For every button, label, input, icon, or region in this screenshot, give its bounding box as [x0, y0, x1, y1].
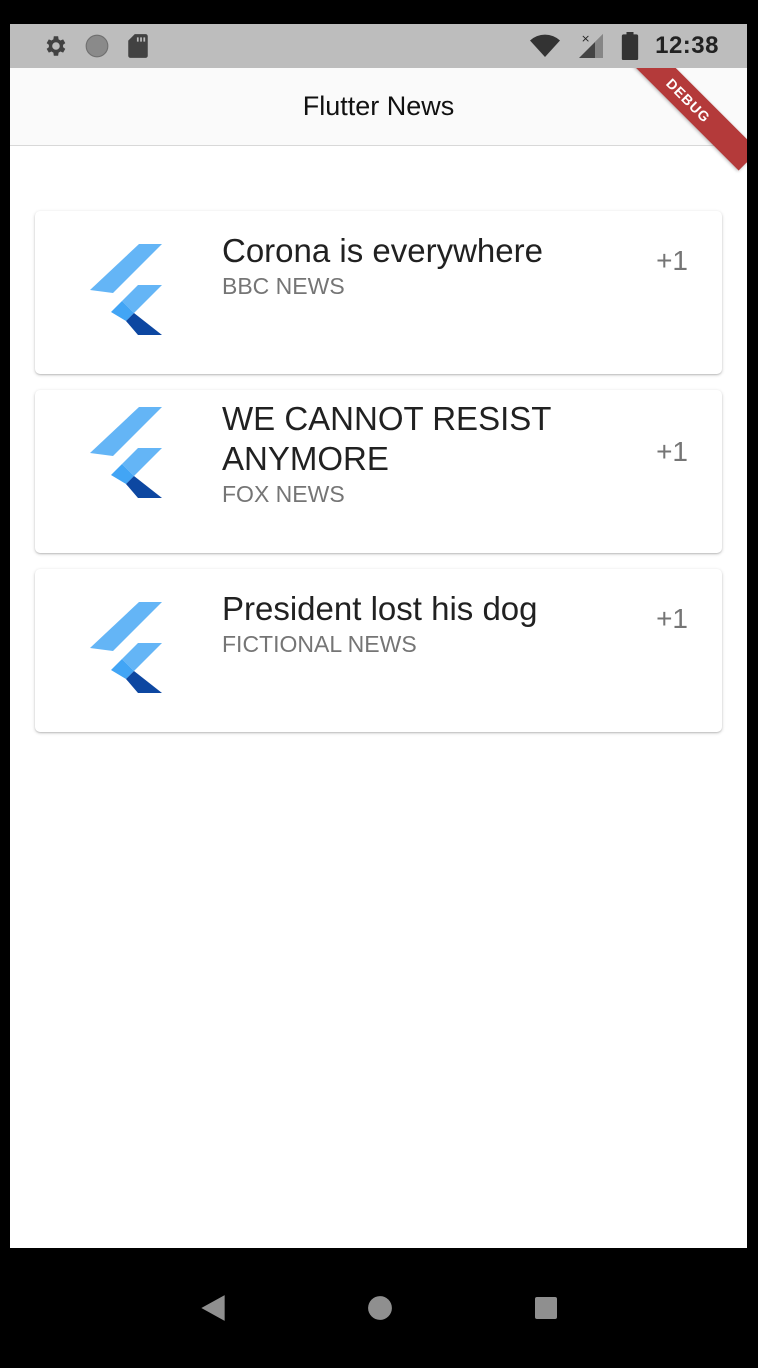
wifi-icon — [530, 34, 561, 57]
status-right-icons: × 12:38 — [529, 32, 719, 60]
back-icon[interactable] — [200, 1294, 226, 1322]
news-count[interactable]: +1 — [656, 245, 688, 277]
signal-icon: × — [579, 32, 604, 58]
news-card[interactable]: President lost his dog FICTIONAL NEWS +1 — [35, 569, 722, 732]
news-text: President lost his dog FICTIONAL NEWS — [222, 589, 632, 659]
home-icon[interactable] — [367, 1295, 393, 1321]
flutter-logo-icon — [90, 602, 162, 693]
app-bar: Flutter News — [10, 68, 747, 146]
news-list: Corona is everywhere BBC NEWS +1 WE CANN… — [35, 211, 722, 748]
news-card[interactable]: Corona is everywhere BBC NEWS +1 — [35, 211, 722, 374]
news-title: President lost his dog — [222, 590, 538, 627]
gear-icon — [46, 36, 66, 56]
news-source: BBC NEWS — [222, 273, 345, 299]
news-title: WE CANNOT RESIST ANYMORE — [222, 400, 551, 477]
battery-icon — [621, 32, 639, 60]
circle-icon — [85, 34, 109, 58]
news-count[interactable]: +1 — [656, 436, 688, 468]
page-title: Flutter News — [302, 91, 455, 121]
news-source: FICTIONAL NEWS — [222, 631, 417, 657]
recents-icon[interactable] — [534, 1296, 558, 1320]
navigation-bar — [0, 1248, 758, 1368]
status-time: 12:38 — [655, 32, 719, 59]
sd-card-icon — [128, 34, 148, 58]
news-text: WE CANNOT RESIST ANYMORE FOX NEWS — [222, 399, 632, 509]
news-source: FOX NEWS — [222, 481, 345, 507]
flutter-logo-icon — [90, 407, 162, 498]
flutter-logo-icon — [90, 244, 162, 335]
status-left-icons — [42, 33, 150, 59]
news-text: Corona is everywhere BBC NEWS — [222, 231, 632, 301]
svg-text:×: × — [581, 32, 590, 45]
news-count[interactable]: +1 — [656, 603, 688, 635]
news-title: Corona is everywhere — [222, 232, 543, 269]
status-bar: × 12:38 — [10, 24, 747, 68]
news-card[interactable]: WE CANNOT RESIST ANYMORE FOX NEWS +1 — [35, 390, 722, 553]
device-frame: × 12:38 Flutter News DEBUG Corona is eve… — [0, 0, 758, 1368]
app-screen: Flutter News DEBUG Corona is everywhere … — [10, 68, 747, 1248]
